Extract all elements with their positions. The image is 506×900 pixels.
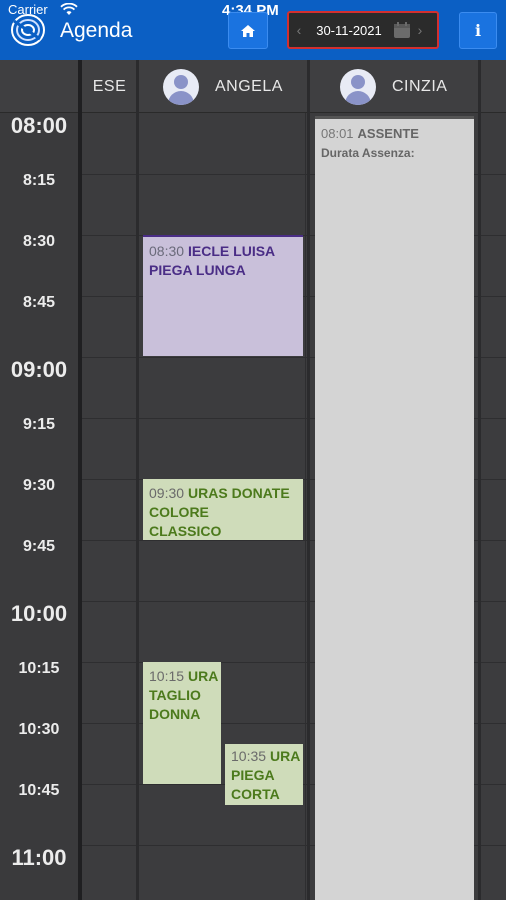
info-button[interactable]: i (459, 12, 497, 49)
appointment-client: URA (270, 748, 301, 764)
appointment-card[interactable]: 09:30 URAS DONATE COLORE CLASSICO (143, 479, 303, 540)
staff-name: ESE (92, 77, 127, 95)
appointment-client: IECLE LUISA (188, 243, 276, 259)
staff-column-angela[interactable]: ANGELA (163, 60, 303, 113)
appointment-client: URAS DONATE (188, 485, 290, 501)
absence-time: 08:01 (321, 126, 354, 141)
top-bar: Carrier 4:34 PM Agenda ‹ 30-11-2021 › i (0, 0, 506, 60)
time-label: 10:00 (10, 601, 68, 626)
time-label: 8:45 (22, 294, 56, 311)
time-column-divider (78, 60, 82, 900)
column-divider (478, 60, 481, 900)
absence-duration: Durata Assenza: (321, 146, 415, 160)
time-label: 11:00 (11, 845, 67, 870)
staff-header-row: ESE ANGELA CINZIA (0, 60, 506, 113)
appointment-client: URA (188, 668, 219, 684)
time-column: 08:00 8:15 8:30 8:45 09:00 9:15 9:30 9:4… (0, 113, 80, 900)
time-label: 10:30 (18, 721, 60, 738)
column-divider (307, 60, 310, 900)
next-day-icon[interactable]: › (411, 22, 429, 38)
appointment-card[interactable]: 08:30 IECLE LUISA PIEGA LUNGA (143, 235, 303, 356)
agenda-app: Carrier 4:34 PM Agenda ‹ 30-11-2021 › i … (0, 0, 506, 900)
time-label: 10:45 (18, 782, 60, 799)
time-label: 8:15 (22, 172, 56, 189)
time-label: 9:15 (22, 416, 56, 433)
avatar (340, 68, 376, 105)
home-icon (241, 24, 255, 37)
appointment-service: TAGLIO DONNA (149, 687, 201, 722)
appointment-card[interactable]: 10:35 URA PIEGA CORTA (225, 744, 303, 805)
app-title: Agenda (60, 19, 133, 42)
appointment-time: 10:15 (149, 668, 185, 684)
wifi-icon (60, 3, 78, 15)
appointment-card[interactable]: 10:15 URA TAGLIO DONNA (143, 662, 221, 784)
time-label: 8:30 (22, 233, 56, 250)
staff-column-ese[interactable]: ESE (82, 60, 137, 113)
staff-column-cinzia[interactable]: CINZIA (340, 60, 480, 113)
time-label: 9:45 (22, 538, 56, 555)
time-label: 10:15 (18, 660, 60, 677)
appointment-service: COLORE CLASSICO (149, 504, 222, 539)
appointment-time: 08:30 (149, 243, 185, 259)
date-selector[interactable]: ‹ 30-11-2021 › (287, 11, 439, 49)
current-date[interactable]: 30-11-2021 (309, 23, 389, 38)
time-label: 9:30 (22, 477, 56, 494)
previous-day-icon[interactable]: ‹ (289, 22, 309, 38)
staff-name: ANGELA (215, 77, 283, 95)
absence-label: ASSENTE (357, 126, 419, 141)
appointment-service: PIEGA LUNGA (149, 262, 246, 278)
appointment-time: 10:35 (231, 748, 267, 764)
appointment-service: PIEGA CORTA (231, 767, 280, 802)
time-label: 08:00 (10, 113, 68, 138)
staff-name: CINZIA (392, 77, 448, 95)
column-divider (136, 60, 139, 900)
calendar-icon[interactable] (393, 21, 411, 39)
time-label: 09:00 (10, 357, 68, 382)
info-icon: i (474, 21, 482, 40)
absence-block[interactable]: 08:01 ASSENTE Durata Assenza: (315, 116, 474, 900)
app-logo-icon (11, 14, 45, 46)
appointment-time: 09:30 (149, 485, 185, 501)
avatar (163, 68, 199, 105)
home-button[interactable] (228, 12, 268, 49)
